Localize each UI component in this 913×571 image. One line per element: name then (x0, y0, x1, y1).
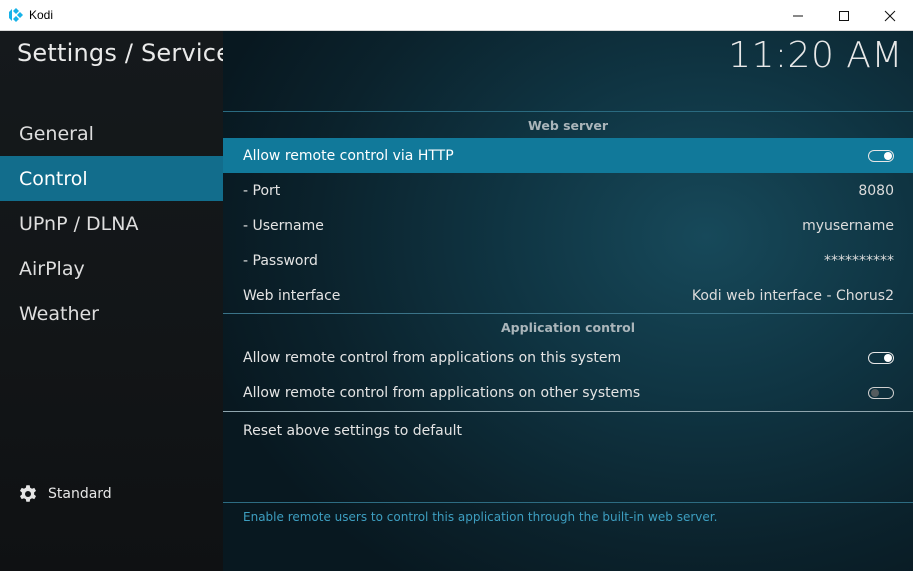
setting-label: - Port (243, 182, 281, 199)
setting-allow-http[interactable]: Allow remote control via HTTP (223, 138, 913, 173)
minimize-button[interactable] (775, 0, 821, 31)
divider (223, 502, 913, 503)
setting-value: 8080 (858, 182, 894, 199)
setting-label: Allow remote control from applications o… (243, 349, 622, 366)
setting-remote-other-systems[interactable]: Allow remote control from applications o… (223, 375, 913, 410)
settings-list: Web server Allow remote control via HTTP… (223, 111, 913, 448)
maximize-icon (838, 10, 850, 22)
window-title: Kodi (29, 8, 54, 22)
setting-remote-this-system[interactable]: Allow remote control from applications o… (223, 340, 913, 375)
toggle-remote-this-system[interactable] (868, 351, 894, 364)
main-panel: 11:20 AM Web server Allow remote control… (223, 31, 913, 571)
sidebar-item-control[interactable]: Control (0, 156, 223, 201)
gear-icon (18, 484, 48, 504)
setting-label: Reset above settings to default (243, 422, 462, 439)
minimize-icon (792, 10, 804, 22)
settings-level-button[interactable]: Standard (18, 484, 112, 504)
setting-web-interface[interactable]: Web interface Kodi web interface - Choru… (223, 278, 913, 313)
toggle-remote-other-systems[interactable] (868, 386, 894, 399)
setting-label: - Password (243, 252, 318, 269)
reset-settings-button[interactable]: Reset above settings to default (223, 413, 913, 448)
setting-value: ********** (824, 252, 894, 269)
clock: 11:20 AM (728, 35, 903, 76)
settings-level-label: Standard (48, 486, 112, 502)
sidebar: Settings / Services General Control UPnP… (0, 31, 244, 571)
setting-password[interactable]: - Password ********** (223, 243, 913, 278)
divider (223, 411, 913, 412)
setting-username[interactable]: - Username myusername (223, 208, 913, 243)
sidebar-item-weather[interactable]: Weather (0, 291, 223, 336)
setting-label: - Username (243, 217, 324, 234)
page-title: Settings / Services (17, 39, 244, 67)
setting-label: Allow remote control via HTTP (243, 147, 454, 164)
setting-label: Allow remote control from applications o… (243, 384, 641, 401)
group-header-web-server: Web server (223, 111, 913, 138)
sidebar-nav: General Control UPnP / DLNA AirPlay Weat… (0, 111, 223, 336)
setting-label: Web interface (243, 287, 341, 304)
sidebar-item-upnp-dlna[interactable]: UPnP / DLNA (0, 201, 223, 246)
setting-value: Kodi web interface - Chorus2 (691, 287, 894, 304)
maximize-button[interactable] (821, 0, 867, 31)
close-button[interactable] (867, 0, 913, 31)
close-icon (884, 10, 896, 22)
toggle-allow-http[interactable] (868, 149, 894, 162)
window-titlebar: Kodi (0, 0, 913, 31)
setting-port[interactable]: - Port 8080 (223, 173, 913, 208)
kodi-logo-icon (9, 8, 23, 22)
setting-description: Enable remote users to control this appl… (243, 510, 718, 524)
setting-value: myusername (802, 217, 894, 234)
group-header-application-control: Application control (223, 313, 913, 340)
sidebar-item-general[interactable]: General (0, 111, 223, 156)
sidebar-item-airplay[interactable]: AirPlay (0, 246, 223, 291)
